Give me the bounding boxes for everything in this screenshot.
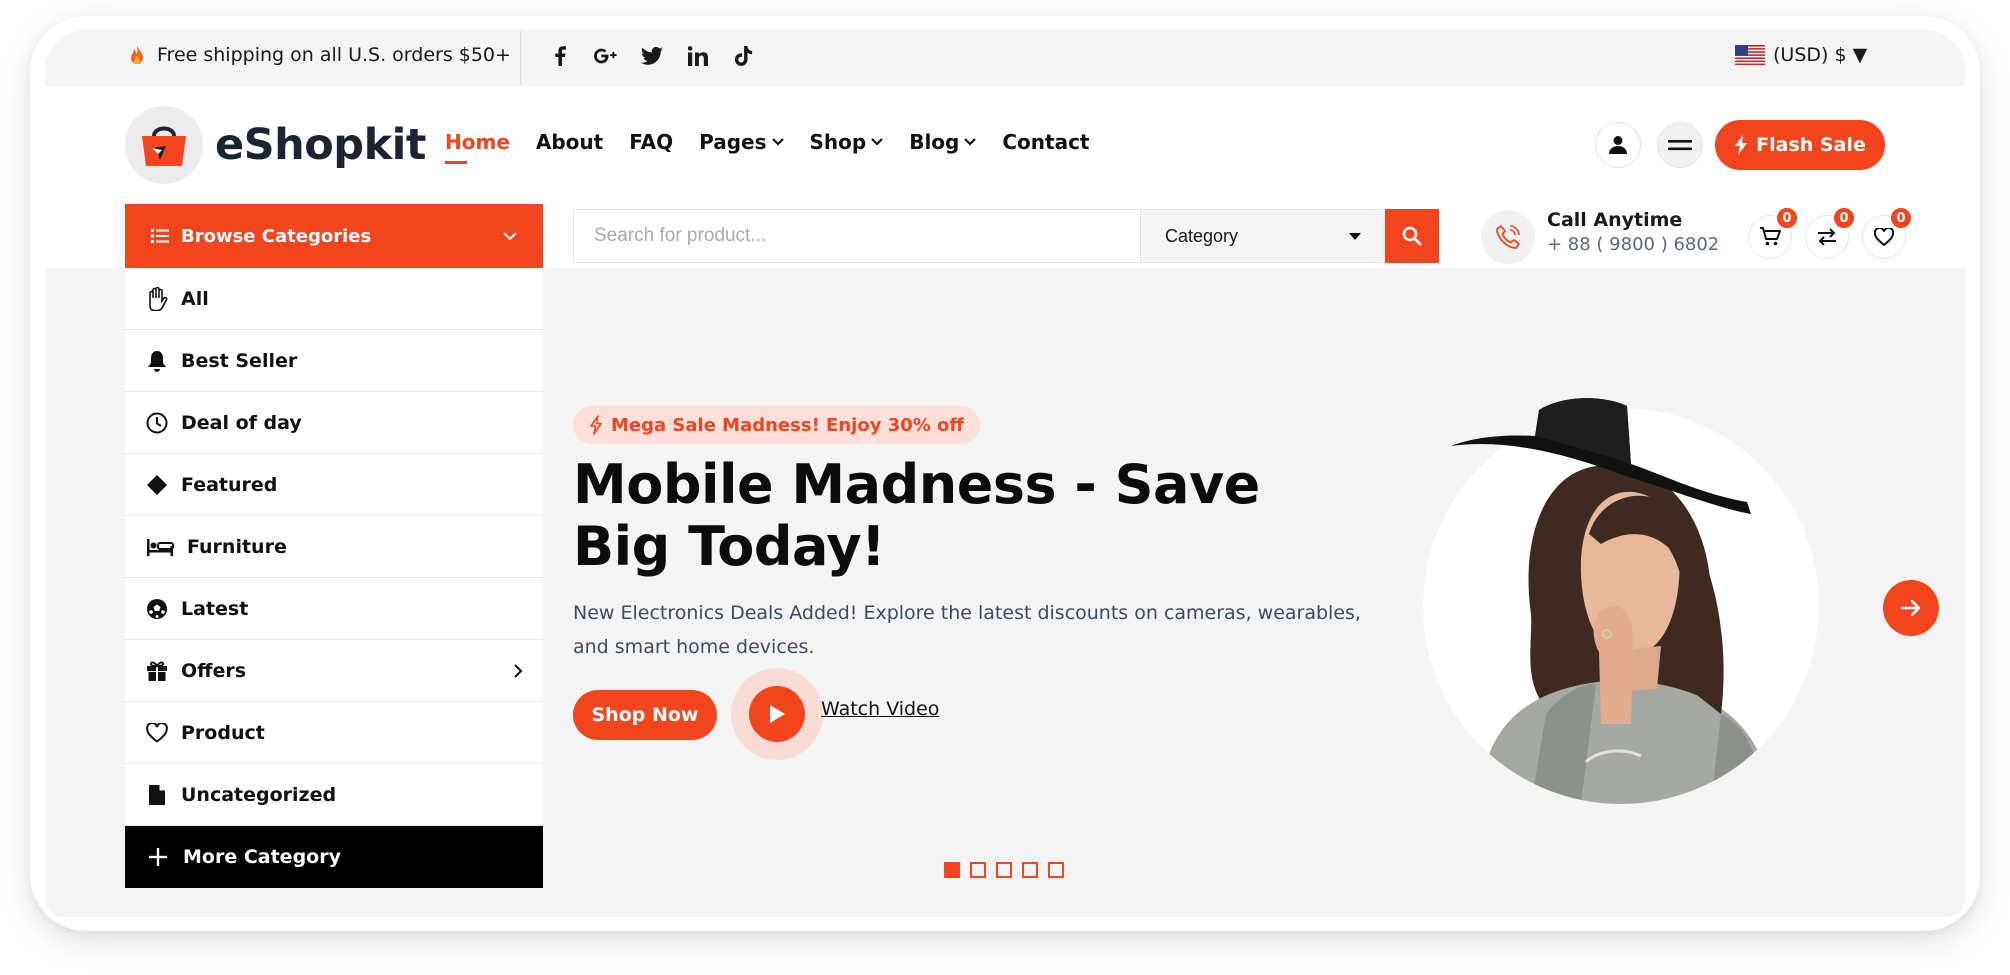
slide-dot-4[interactable]: [1022, 862, 1038, 878]
category-item-all[interactable]: All: [125, 268, 543, 330]
search-input[interactable]: [574, 210, 1140, 262]
lightning-icon: [590, 415, 602, 435]
search-category-select[interactable]: Category: [1140, 210, 1385, 262]
next-slide-button[interactable]: [1883, 580, 1939, 636]
hero-title: Mobile Madness - Save Big Today!: [573, 453, 1260, 578]
compare-button[interactable]: 0: [1805, 206, 1856, 259]
slide-dot-3[interactable]: [996, 862, 1012, 878]
chevron-down-icon: [871, 138, 883, 146]
nav-shop[interactable]: Shop: [810, 130, 884, 154]
chevron-right-icon: [514, 663, 523, 678]
more-category-button[interactable]: More Category: [125, 826, 543, 888]
menu-icon: [1668, 140, 1692, 151]
currency-selector[interactable]: (USD) $ ▼: [1735, 44, 1867, 66]
divider: [520, 30, 521, 86]
slide-dot-2[interactable]: [970, 862, 986, 878]
menu-button[interactable]: [1657, 122, 1703, 168]
nav-contact[interactable]: Contact: [1002, 130, 1089, 154]
hand-icon: [145, 286, 169, 311]
category-item-furniture[interactable]: Furniture: [125, 516, 543, 578]
category-item-deal-of-day[interactable]: Deal of day: [125, 392, 543, 454]
search-icon: [1402, 226, 1422, 246]
football-icon: [145, 597, 169, 621]
wishlist-button[interactable]: 0: [1862, 206, 1913, 259]
cart-icon: [1760, 227, 1781, 246]
clock-icon: [145, 411, 169, 435]
cart-count-badge: 0: [1775, 206, 1799, 230]
arrow-right-icon: [1900, 599, 1921, 617]
hero-model-image: [1423, 398, 1819, 804]
currency-label: (USD) $ ▼: [1773, 44, 1868, 66]
shipping-notice: Free shipping on all U.S. orders $50+: [129, 44, 511, 66]
promo-badge: Mega Sale Madness! Enjoy 30% off: [573, 406, 980, 444]
heart-icon: [145, 721, 169, 745]
plus-icon: [149, 848, 167, 866]
facebook-icon[interactable]: [548, 44, 572, 68]
search-button[interactable]: [1385, 209, 1439, 263]
list-icon: [151, 229, 169, 243]
main-nav: Home About FAQ Pages Shop Blog Contact: [445, 130, 1090, 164]
phone-number[interactable]: + 88 ( 9800 ) 6802: [1547, 234, 1719, 255]
category-item-best-seller[interactable]: Best Seller: [125, 330, 543, 392]
tiktok-icon[interactable]: [732, 44, 756, 68]
fire-icon: [131, 45, 143, 64]
browser-frame: Free shipping on all U.S. orders $50+ (U…: [30, 16, 1980, 931]
slide-dot-1[interactable]: [944, 862, 960, 878]
call-title: Call Anytime: [1547, 209, 1683, 231]
google-plus-icon[interactable]: [594, 44, 618, 68]
bed-icon: [145, 535, 175, 559]
wishlist-count-badge: 0: [1889, 206, 1913, 230]
category-item-offers[interactable]: Offers: [125, 640, 543, 702]
social-links: [548, 44, 756, 68]
category-item-latest[interactable]: Latest: [125, 578, 543, 640]
logo-text: eShopkit: [215, 120, 426, 170]
hero-description: New Electronics Deals Added! Explore the…: [573, 602, 1361, 658]
nav-pages[interactable]: Pages: [699, 130, 784, 154]
call-info: Call Anytime + 88 ( 9800 ) 6802: [1547, 209, 1719, 255]
page: Free shipping on all U.S. orders $50+ (U…: [45, 30, 1965, 917]
logo[interactable]: eShopkit: [125, 106, 426, 184]
phone-icon: [1481, 210, 1535, 264]
search-bar: Category: [573, 209, 1439, 263]
category-item-featured[interactable]: Featured: [125, 454, 543, 516]
caret-down-icon: [1349, 232, 1361, 240]
compare-arrows-icon: [1818, 228, 1836, 246]
flash-sale-button[interactable]: Flash Sale: [1715, 120, 1885, 170]
bell-icon: [145, 349, 169, 373]
diamond-icon: [145, 473, 169, 497]
us-flag-icon: [1735, 45, 1765, 65]
top-bar: Free shipping on all U.S. orders $50+ (U…: [45, 30, 1965, 86]
category-sidebar: All Best Seller Deal of day Featured Fur…: [125, 268, 543, 888]
twitter-icon[interactable]: [640, 44, 664, 68]
shipping-text: Free shipping on all U.S. orders $50+: [157, 44, 511, 66]
cart-button[interactable]: 0: [1748, 206, 1799, 259]
account-button[interactable]: [1595, 122, 1641, 168]
lightning-icon: [1735, 135, 1748, 155]
linkedin-icon[interactable]: [686, 44, 710, 68]
browse-categories-button[interactable]: Browse Categories: [125, 204, 543, 268]
nav-about[interactable]: About: [536, 130, 603, 154]
file-icon: [145, 783, 169, 807]
compare-count-badge: 0: [1832, 206, 1856, 230]
category-item-uncategorized[interactable]: Uncategorized: [125, 764, 543, 826]
heart-icon: [1874, 228, 1894, 246]
chevron-down-icon: [503, 231, 517, 240]
chevron-down-icon: [964, 138, 977, 146]
play-icon: [749, 686, 805, 742]
shopping-bag-icon: [125, 106, 203, 184]
nav-faq[interactable]: FAQ: [629, 130, 673, 154]
slide-indicators: [944, 862, 1064, 878]
slide-dot-5[interactable]: [1048, 862, 1064, 878]
shop-now-button[interactable]: Shop Now: [573, 690, 717, 740]
play-video-button[interactable]: [731, 668, 823, 760]
nav-blog[interactable]: Blog: [909, 130, 977, 154]
chevron-down-icon: [771, 138, 784, 146]
nav-home[interactable]: Home: [445, 130, 510, 164]
category-item-product[interactable]: Product: [125, 702, 543, 764]
watch-video-link[interactable]: Watch Video: [821, 698, 939, 720]
user-icon: [1609, 136, 1627, 154]
gift-icon: [145, 659, 169, 683]
